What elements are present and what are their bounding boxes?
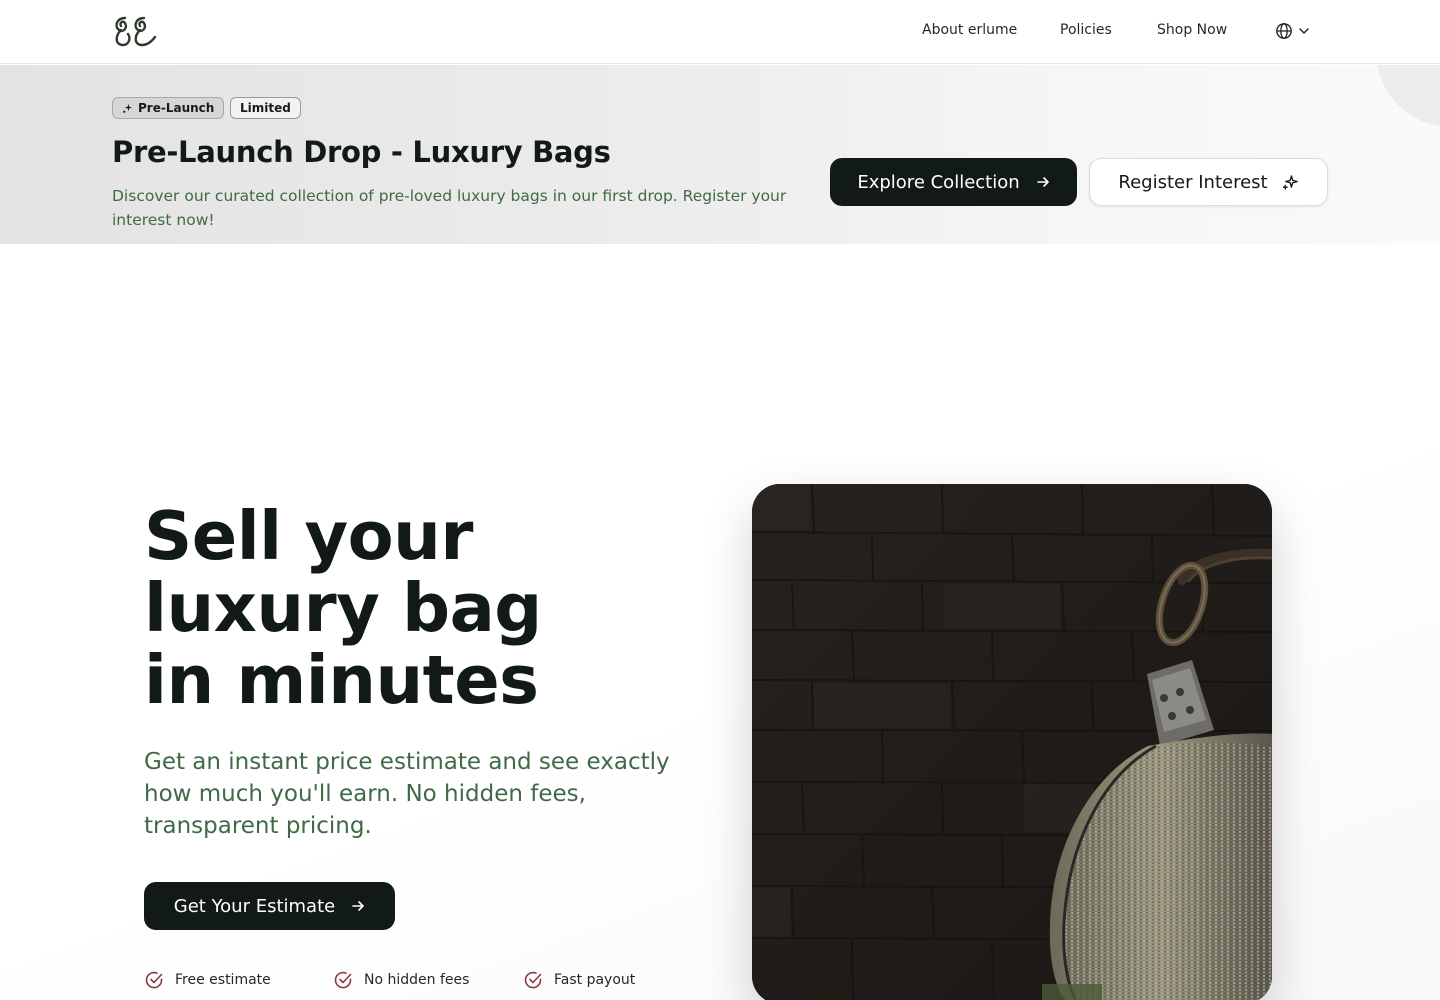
feature-label: Free estimate	[175, 972, 271, 988]
button-label: Register Interest	[1118, 171, 1268, 193]
chevron-down-icon	[1299, 28, 1309, 34]
get-estimate-button[interactable]: Get Your Estimate	[144, 882, 395, 930]
badge-label: Pre-Launch	[138, 101, 215, 115]
nav-link-about[interactable]: About erlume	[922, 22, 1017, 38]
banner-title: Pre-Launch Drop - Luxury Bags	[112, 135, 611, 169]
hero-title-line: luxury bag	[144, 569, 542, 647]
check-circle-icon	[524, 971, 542, 989]
pre-launch-badge: Pre-Launch	[112, 97, 225, 119]
limited-badge: Limited	[230, 97, 301, 119]
check-circle-icon	[334, 971, 352, 989]
button-label: Get Your Estimate	[173, 895, 336, 917]
globe-icon	[1276, 23, 1292, 39]
feature-label: Fast payout	[554, 972, 636, 988]
nav-link-policies[interactable]: Policies	[1060, 22, 1112, 38]
hero-title-line: in minutes	[144, 641, 539, 719]
banner-description: Discover our curated collection of pre-l…	[112, 187, 787, 229]
top-nav: About erlume Policies Shop Now	[0, 0, 1440, 64]
button-label: Explore Collection	[857, 171, 1020, 193]
hero-subtitle: Get an instant price estimate and see ex…	[144, 749, 670, 839]
register-interest-button[interactable]: Register Interest	[1089, 158, 1328, 206]
nav-link-shop-now[interactable]: Shop Now	[1157, 22, 1227, 38]
hero-title-line: Sell your	[144, 497, 473, 575]
hero-title: Sell your luxury bag in minutes	[144, 500, 542, 716]
feature-item: Fast payout	[523, 969, 635, 991]
erlume-logo-icon[interactable]	[111, 14, 159, 48]
luxury-bag-photo	[752, 484, 1272, 1000]
decorative-circle	[1376, 65, 1440, 127]
feature-item: Free estimate	[144, 969, 271, 991]
sparkle-icon	[123, 103, 133, 113]
language-selector[interactable]	[1275, 22, 1315, 42]
explore-collection-button[interactable]: Explore Collection	[830, 158, 1077, 206]
pre-launch-banner: Pre-Launch Limited Pre-Launch Drop - Lux…	[0, 65, 1440, 244]
check-circle-icon	[145, 971, 163, 989]
arrow-right-icon	[1036, 177, 1049, 187]
feature-item: No hidden fees	[333, 969, 469, 991]
sparkle-icon	[1282, 174, 1298, 190]
arrow-right-icon	[352, 901, 365, 911]
feature-label: No hidden fees	[364, 972, 470, 988]
